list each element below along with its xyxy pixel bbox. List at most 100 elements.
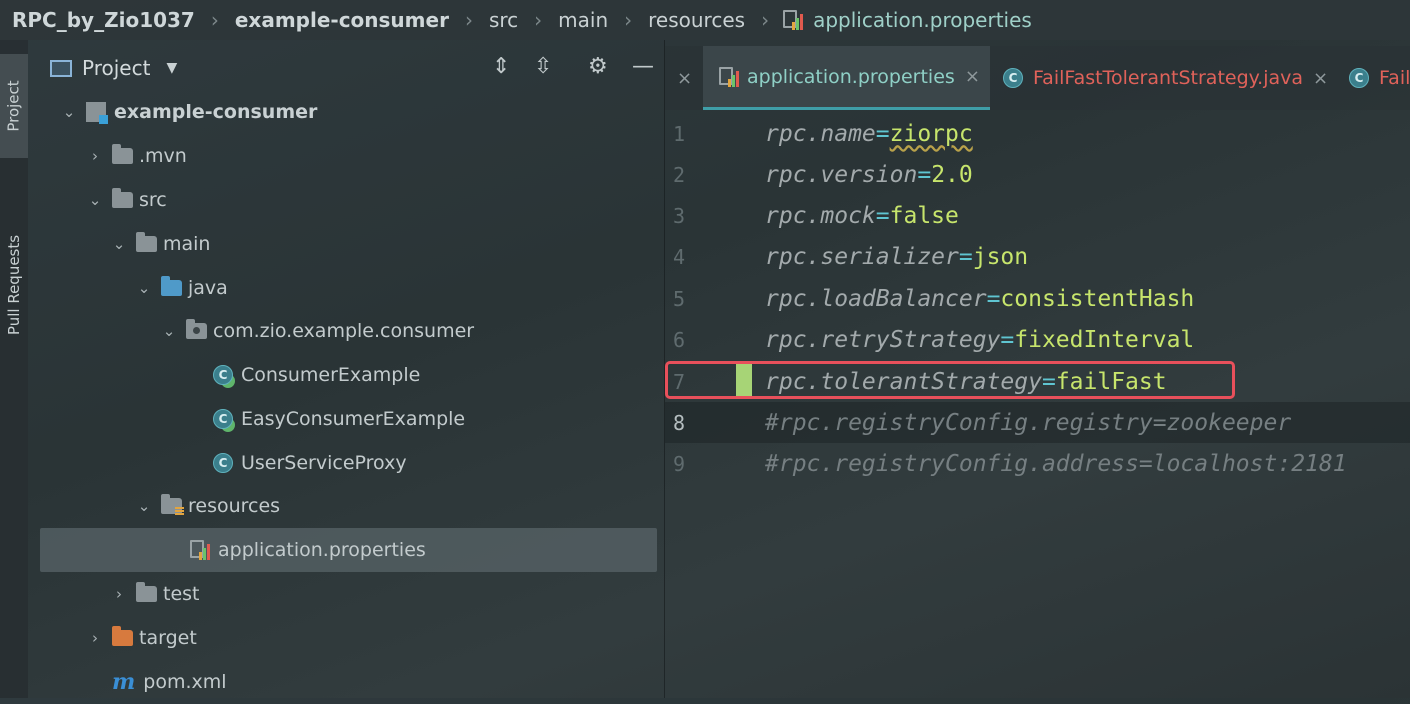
equals-sign: = bbox=[917, 161, 932, 188]
chevron-down-icon[interactable]: ⌄ bbox=[137, 279, 151, 297]
collapse-all-icon[interactable]: ⇳ bbox=[534, 56, 552, 78]
equals-sign: = bbox=[875, 120, 890, 147]
editor-tab-bar: × application.properties × C FailFastTol… bbox=[665, 46, 1410, 110]
java-class-icon: C bbox=[1003, 68, 1023, 88]
equals-sign: = bbox=[1000, 326, 1015, 353]
tree-node-label: UserServiceProxy bbox=[241, 452, 407, 474]
line-number: 3 bbox=[673, 203, 686, 228]
resources-folder-icon bbox=[161, 494, 184, 516]
property-value: false bbox=[889, 202, 959, 229]
expand-all-icon[interactable]: ⇕ bbox=[492, 56, 510, 78]
source-folder-icon bbox=[161, 276, 182, 296]
breadcrumb-module[interactable]: example-consumer bbox=[233, 8, 451, 32]
line-number: 2 bbox=[673, 162, 686, 187]
tree-node-module[interactable]: ⌄ example-consumer bbox=[28, 90, 665, 134]
project-view-icon bbox=[50, 59, 72, 77]
chevron-down-icon[interactable]: ⌄ bbox=[112, 235, 126, 253]
tree-node-label: example-consumer bbox=[114, 101, 318, 123]
java-class-icon: C bbox=[213, 453, 233, 473]
chevron-right-icon[interactable]: › bbox=[88, 147, 102, 165]
code-line[interactable]: rpc.version = 2.0 bbox=[765, 154, 973, 195]
tab-label: application.properties bbox=[747, 65, 955, 88]
tree-node-resources[interactable]: ⌄ resources bbox=[28, 484, 665, 528]
project-tool-tab-label: Project bbox=[5, 80, 24, 132]
breadcrumb-resources[interactable]: resources bbox=[646, 8, 747, 32]
maven-icon: m bbox=[112, 669, 136, 695]
chevron-right-icon[interactable]: › bbox=[112, 585, 126, 603]
java-class-icon: C bbox=[1349, 68, 1369, 88]
equals-sign: = bbox=[986, 285, 1001, 312]
tree-node-label: target bbox=[139, 627, 197, 649]
breadcrumb-src[interactable]: src bbox=[487, 8, 520, 32]
property-key: rpc.name bbox=[765, 120, 876, 147]
chevron-down-icon[interactable]: ▼ bbox=[166, 60, 177, 76]
equals-sign: = bbox=[875, 202, 890, 229]
tree-node-pom[interactable]: m pom.xml bbox=[28, 660, 665, 704]
tree-node-package[interactable]: ⌄ com.zio.example.consumer bbox=[28, 309, 665, 353]
tree-node-src[interactable]: ⌄ src bbox=[28, 178, 665, 222]
chevron-right-icon: › bbox=[624, 8, 633, 32]
tree-node-easy-consumer-example[interactable]: C EasyConsumerExample bbox=[28, 397, 665, 441]
java-class-icon: C bbox=[213, 365, 233, 385]
line-number: 8 bbox=[673, 410, 686, 435]
code-line[interactable]: rpc.tolerantStrategy = failFast bbox=[765, 361, 1167, 402]
chevron-down-icon[interactable]: ⌄ bbox=[62, 103, 76, 121]
equals-sign: = bbox=[1041, 368, 1056, 395]
tree-node-target[interactable]: › target bbox=[28, 616, 665, 660]
module-icon bbox=[86, 102, 108, 124]
tree-node-user-service-proxy[interactable]: C UserServiceProxy bbox=[28, 441, 665, 485]
code-line[interactable]: rpc.retryStrategy = fixedInterval bbox=[765, 319, 1194, 360]
tree-node-label: main bbox=[163, 233, 211, 255]
tree-node-label: EasyConsumerExample bbox=[241, 408, 466, 430]
code-line[interactable]: #rpc.registryConfig.address=localhost:21… bbox=[765, 443, 1347, 484]
code-line[interactable]: rpc.loadBalancer = consistentHash bbox=[765, 278, 1194, 319]
property-key: rpc.loadBalancer bbox=[765, 285, 987, 312]
equals-sign: = bbox=[958, 243, 973, 270]
property-value: ziorpc bbox=[889, 120, 973, 147]
tree-node-mvn[interactable]: › .mvn bbox=[28, 134, 665, 178]
close-all-icon[interactable]: × bbox=[677, 46, 692, 110]
close-tab-icon[interactable]: × bbox=[1313, 68, 1328, 89]
code-line[interactable]: rpc.serializer = json bbox=[765, 236, 1028, 277]
tree-node-label: application.properties bbox=[218, 539, 426, 561]
gear-icon[interactable]: ⚙ bbox=[588, 56, 608, 78]
breadcrumb-file[interactable]: application.properties bbox=[811, 8, 1034, 32]
breadcrumb-main[interactable]: main bbox=[556, 8, 610, 32]
breadcrumb-project[interactable]: RPC_by_Zio1037 bbox=[10, 8, 197, 32]
minimize-icon[interactable]: — bbox=[632, 56, 654, 78]
project-tool-tab[interactable]: Project bbox=[0, 54, 28, 158]
line-number: 4 bbox=[673, 244, 686, 269]
chevron-right-icon[interactable]: › bbox=[88, 629, 102, 647]
code-line[interactable]: #rpc.registryConfig.registry=zookeeper bbox=[765, 402, 1291, 443]
tree-node-label: src bbox=[139, 189, 167, 211]
property-key: rpc.mock bbox=[765, 202, 876, 229]
tab-application-properties[interactable]: application.properties × bbox=[703, 46, 990, 110]
tree-node-main[interactable]: ⌄ main bbox=[28, 222, 665, 266]
tree-node-application-properties[interactable]: application.properties bbox=[28, 528, 665, 572]
pull-requests-tool-tab-label: Pull Requests bbox=[5, 234, 24, 336]
tree-node-java[interactable]: ⌄ java bbox=[28, 266, 665, 310]
property-value: fixedInterval bbox=[1014, 326, 1195, 353]
folder-icon bbox=[136, 582, 157, 602]
folder-icon bbox=[112, 144, 133, 164]
project-panel-title[interactable]: Project bbox=[82, 56, 150, 80]
chevron-down-icon[interactable]: ⌄ bbox=[162, 322, 176, 340]
property-key: rpc.version bbox=[765, 161, 918, 188]
property-value: consistentHash bbox=[1000, 285, 1195, 312]
tree-node-label: resources bbox=[188, 495, 281, 517]
tree-node-test[interactable]: › test bbox=[28, 572, 665, 616]
tab-fail-truncated[interactable]: C Fail bbox=[1349, 46, 1410, 110]
property-key: rpc.tolerantStrategy bbox=[765, 368, 1042, 395]
tree-node-consumer-example[interactable]: C ConsumerExample bbox=[28, 353, 665, 397]
chevron-down-icon[interactable]: ⌄ bbox=[137, 497, 151, 515]
chevron-down-icon[interactable]: ⌄ bbox=[88, 191, 102, 209]
tab-fail-fast-tolerant-strategy[interactable]: C FailFastTolerantStrategy.java × bbox=[1003, 46, 1328, 110]
tree-node-label: com.zio.example.consumer bbox=[213, 320, 475, 342]
close-tab-icon[interactable]: × bbox=[965, 66, 980, 87]
project-panel-header: Project ▼ ⇕ ⇳ ⚙ — bbox=[28, 40, 665, 96]
code-line[interactable]: rpc.mock = false bbox=[765, 195, 959, 236]
code-line[interactable]: rpc.name = ziorpc bbox=[765, 113, 973, 154]
property-key: rpc.retryStrategy bbox=[765, 326, 1001, 353]
pull-requests-tool-tab[interactable]: Pull Requests bbox=[0, 210, 28, 360]
tree-node-label: ConsumerExample bbox=[241, 364, 421, 386]
